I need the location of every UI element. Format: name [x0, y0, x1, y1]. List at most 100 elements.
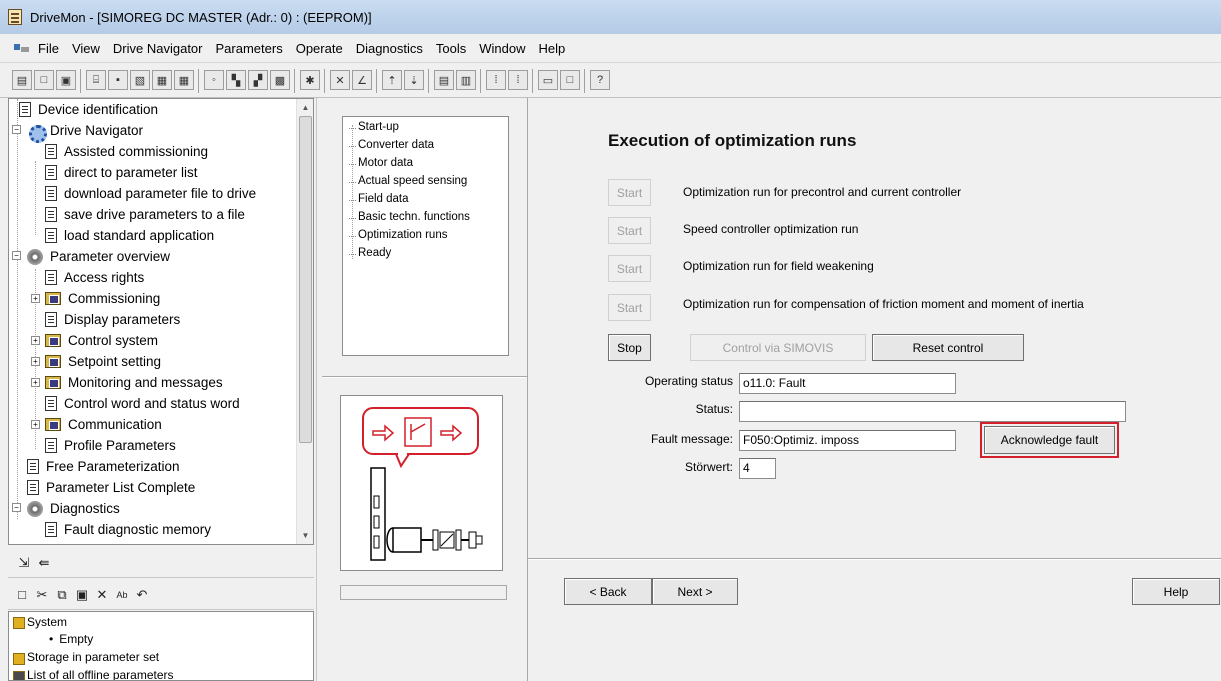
collapse-icon[interactable]: −	[12, 125, 21, 134]
tree-item-control-system[interactable]: Control system	[45, 330, 158, 351]
acknowledge-fault-button[interactable]: Acknowledge fault	[984, 426, 1115, 454]
stoerwert-field[interactable]: 4	[739, 458, 776, 479]
cut-icon[interactable]: ✂	[34, 587, 50, 603]
menu-view[interactable]: View	[72, 41, 100, 56]
upload-icon[interactable]: ⇡	[382, 70, 402, 90]
status-field[interactable]	[739, 401, 1126, 422]
fault-message-field[interactable]: F050:Optimiz. imposs	[739, 430, 956, 451]
tree-item-fault-diagnostic-memory[interactable]: Fault diagnostic memory	[45, 519, 211, 540]
export-icon[interactable]: ⇚	[36, 555, 52, 571]
tree-item-download-parameter-file[interactable]: download parameter file to drive	[45, 183, 256, 204]
network-icon[interactable]: ▚	[226, 70, 246, 90]
menu-parameters[interactable]: Parameters	[216, 41, 283, 56]
start-button-field-weakening[interactable]: Start	[608, 255, 651, 282]
copy-icon[interactable]: ⧉	[54, 587, 70, 603]
step-item[interactable]: Field data	[349, 193, 409, 205]
download-icon[interactable]: ⇣	[404, 70, 424, 90]
parameter-list-icon[interactable]: ▤	[434, 70, 454, 90]
page-setup-icon[interactable]: ▧	[130, 70, 150, 90]
start-button-precontrol[interactable]: Start	[608, 179, 651, 206]
tree-item-communication[interactable]: Communication	[45, 414, 162, 435]
stop-button[interactable]: Stop	[608, 334, 651, 361]
next-button[interactable]: Next >	[652, 578, 738, 605]
storage-item-system[interactable]: System	[27, 615, 67, 629]
scroll-up-icon[interactable]: ▲	[300, 102, 311, 113]
compare-sets-icon[interactable]: ⁞	[508, 70, 528, 90]
paste-icon[interactable]: ▣	[74, 587, 90, 603]
tree-item-parameter-list-complete[interactable]: Parameter List Complete	[27, 477, 195, 498]
properties-icon[interactable]: ▤	[12, 70, 32, 90]
system-menu-icon[interactable]	[14, 42, 30, 54]
scroll-down-icon[interactable]: ▼	[300, 530, 311, 541]
reset-control-button[interactable]: Reset control	[872, 334, 1024, 361]
copy-doc-icon[interactable]: ▣	[56, 70, 76, 90]
online-icon[interactable]: ◦	[204, 70, 224, 90]
help-button[interactable]: Help	[1132, 578, 1220, 605]
tree-item-display-parameters[interactable]: Display parameters	[45, 309, 180, 330]
start-button-speed-controller[interactable]: Start	[608, 217, 651, 244]
menu-window[interactable]: Window	[479, 41, 525, 56]
diagnostics-icon[interactable]: ✕	[330, 70, 350, 90]
expand-icon[interactable]: +	[31, 378, 40, 387]
tree-item-parameter-overview[interactable]: Parameter overview	[27, 246, 170, 267]
print-preview-icon[interactable]: ▦	[174, 70, 194, 90]
step-item[interactable]: Basic techn. functions	[349, 211, 470, 223]
tree-item-setpoint-setting[interactable]: Setpoint setting	[45, 351, 161, 372]
tree-item-device-identification[interactable]: Device identification	[19, 99, 158, 120]
expand-icon[interactable]: +	[31, 294, 40, 303]
step-item-current[interactable]: Optimization runs	[349, 229, 447, 241]
drive-icon[interactable]: ▩	[270, 70, 290, 90]
collapse-icon[interactable]: −	[12, 503, 21, 512]
scroll-thumb[interactable]	[299, 116, 312, 443]
control-via-simovis-button[interactable]: Control via SIMOVIS	[690, 334, 866, 361]
menu-file[interactable]: File	[38, 41, 59, 56]
compare-icon[interactable]: ⁞	[486, 70, 506, 90]
tree-item-direct-to-parameter-list[interactable]: direct to parameter list	[45, 162, 198, 183]
storage-item-offline-parameters[interactable]: List of all offline parameters	[27, 668, 174, 680]
tree-item-commissioning[interactable]: Commissioning	[45, 288, 160, 309]
tree-item-control-word[interactable]: Control word and status word	[45, 393, 240, 414]
tree-item-assisted-commissioning[interactable]: Assisted commissioning	[45, 141, 209, 162]
tree-item-free-parameterization[interactable]: Free Parameterization	[27, 456, 180, 477]
menu-tools[interactable]: Tools	[436, 41, 466, 56]
menu-operate[interactable]: Operate	[296, 41, 343, 56]
expand-icon[interactable]: +	[31, 357, 40, 366]
new-file-icon[interactable]: □	[14, 587, 30, 603]
tree-scrollbar[interactable]: ▲ ▼	[296, 99, 313, 544]
tree-item-monitoring-and-messages[interactable]: Monitoring and messages	[45, 372, 223, 393]
menu-diagnostics[interactable]: Diagnostics	[356, 41, 423, 56]
drive-navigator-icon[interactable]: ✱	[300, 70, 320, 90]
step-item[interactable]: Motor data	[349, 157, 413, 169]
expand-icon[interactable]: +	[31, 420, 40, 429]
start-button-friction[interactable]: Start	[608, 294, 651, 321]
delete-icon[interactable]: ✕	[94, 587, 110, 603]
open-folder-icon[interactable]: ⌸	[86, 70, 106, 90]
tile-vertical-icon[interactable]: □	[560, 70, 580, 90]
tree-item-save-drive-parameters[interactable]: save drive parameters to a file	[45, 204, 245, 225]
import-icon[interactable]: ⇲	[16, 555, 32, 571]
rename-icon[interactable]: Ab	[114, 587, 130, 603]
collapse-icon[interactable]: −	[12, 251, 21, 260]
splitter[interactable]	[316, 98, 320, 681]
step-item[interactable]: Actual speed sensing	[349, 175, 467, 187]
expand-icon[interactable]: +	[31, 336, 40, 345]
undo-icon[interactable]: ↶	[134, 587, 150, 603]
storage-item-parameter-set[interactable]: Storage in parameter set	[27, 650, 159, 664]
tree-item-drive-navigator[interactable]: Drive Navigator	[27, 120, 143, 143]
new-icon[interactable]: □	[34, 70, 54, 90]
menu-drive-navigator[interactable]: Drive Navigator	[113, 41, 203, 56]
step-item[interactable]: Ready	[349, 247, 391, 259]
tile-horizontal-icon[interactable]: ▭	[538, 70, 558, 90]
step-item[interactable]: Start-up	[349, 121, 399, 133]
step-item[interactable]: Converter data	[349, 139, 434, 151]
trace-icon[interactable]: ∠	[352, 70, 372, 90]
tree-item-access-rights[interactable]: Access rights	[45, 267, 144, 288]
help-icon[interactable]: ?	[590, 70, 610, 90]
network-active-icon[interactable]: ▞	[248, 70, 268, 90]
menu-help[interactable]: Help	[539, 41, 566, 56]
print-icon[interactable]: ▦	[152, 70, 172, 90]
back-button[interactable]: < Back	[564, 578, 652, 605]
tree-item-profile-parameters[interactable]: Profile Parameters	[45, 435, 176, 456]
operating-status-field[interactable]: o11.0: Fault	[739, 373, 956, 394]
window-layout-icon[interactable]: ▥	[456, 70, 476, 90]
